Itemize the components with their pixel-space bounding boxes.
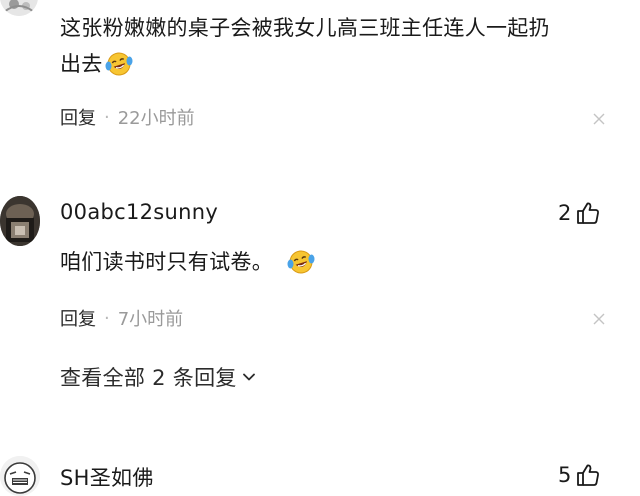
like-count: 5 — [558, 463, 572, 487]
avatar[interactable] — [0, 456, 40, 496]
avatar[interactable] — [0, 196, 40, 246]
thumbs-up-icon[interactable] — [575, 200, 601, 226]
comment-line-2-text: 出去 — [60, 52, 103, 76]
close-icon[interactable] — [592, 312, 606, 326]
thumbs-up-icon[interactable] — [575, 462, 601, 488]
comment-text: 这张粉嫩嫩的桌子会被我女儿高三班主任连人一起扔 出去 — [60, 10, 620, 82]
separator-dot: · — [104, 106, 110, 128]
timestamp: 7小时前 — [117, 309, 184, 330]
comment-meta: 回复 · 22小时前 — [60, 104, 195, 130]
laughing-crying-emoji-icon — [287, 249, 315, 275]
comment-text: 咱们读书时只有试卷。 — [60, 244, 315, 280]
comment-meta: 回复 · 7小时前 — [60, 305, 183, 331]
close-icon[interactable] — [592, 112, 606, 126]
comment-line-1: 这张粉嫩嫩的桌子会被我女儿高三班主任连人一起扔 — [60, 16, 550, 40]
avatar[interactable] — [0, 0, 38, 16]
like-count: 2 — [558, 201, 572, 225]
reply-button[interactable]: 回复 — [60, 104, 96, 130]
view-replies-label: 查看全部 2 条回复 — [60, 366, 237, 390]
like-button[interactable]: 5 — [558, 462, 601, 488]
username[interactable]: 00abc12sunny — [60, 200, 218, 224]
comment-line-1: 咱们读书时只有试卷。 — [60, 250, 273, 274]
separator-dot: · — [104, 307, 110, 329]
username[interactable]: SH圣如佛 — [60, 462, 154, 492]
view-replies-link[interactable]: 查看全部 2 条回复 — [60, 362, 257, 392]
chevron-down-icon — [241, 369, 257, 385]
like-button[interactable]: 2 — [558, 200, 601, 226]
timestamp: 22小时前 — [117, 108, 195, 129]
laughing-crying-emoji-icon — [105, 51, 133, 77]
reply-button[interactable]: 回复 — [60, 305, 96, 331]
comment-line-2: 出去 — [60, 46, 620, 82]
